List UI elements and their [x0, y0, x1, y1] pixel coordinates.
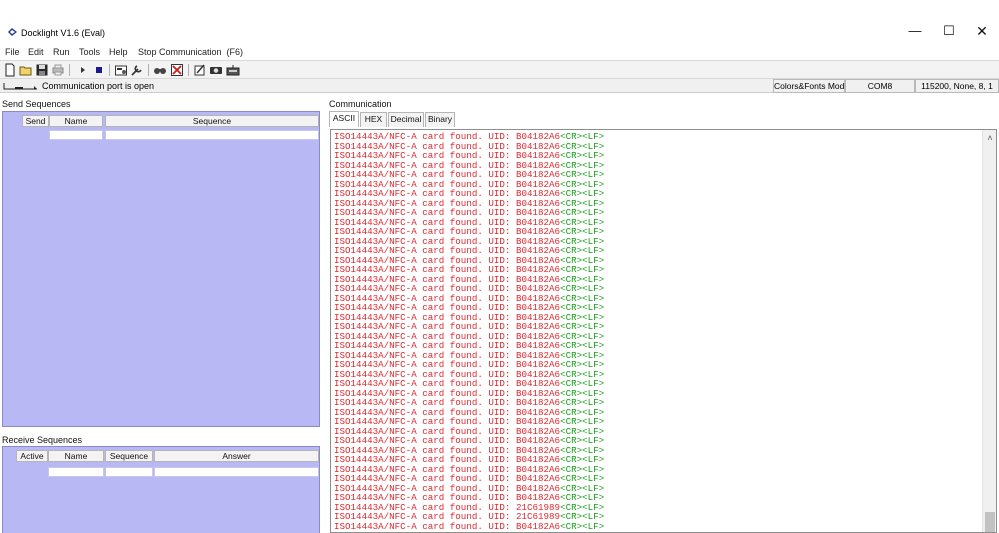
stop-icon[interactable] — [92, 63, 106, 77]
send-name-cell[interactable] — [49, 130, 103, 140]
send-column-header[interactable]: Send — [22, 115, 49, 127]
tab-binary[interactable]: Binary — [425, 112, 455, 127]
communication-window[interactable]: ISO14443A/NFC-A card found. UID: B04182A… — [330, 129, 997, 533]
play-icon[interactable] — [76, 63, 90, 77]
name-column-header[interactable]: Name — [49, 115, 103, 127]
send-sequences-title: Send Sequences — [2, 99, 71, 109]
scroll-thumb[interactable] — [985, 512, 995, 532]
menu-edit[interactable]: Edit — [28, 46, 44, 58]
find-icon[interactable] — [153, 63, 167, 77]
menu-stop-communication[interactable]: Stop Communication (F6) — [138, 46, 243, 58]
menu-file[interactable]: File — [5, 46, 20, 58]
receive-sequences-title: Receive Sequences — [2, 435, 83, 445]
open-folder-icon[interactable] — [19, 63, 33, 77]
sequence-column-header[interactable]: Sequence — [105, 450, 153, 462]
save-icon[interactable] — [35, 63, 49, 77]
snapshot-icon[interactable] — [209, 63, 223, 77]
toolbar-separator — [109, 64, 110, 76]
toolbar-separator — [69, 64, 70, 76]
log-line-terminator: <CR><LF> — [560, 520, 605, 532]
status-bar: Communication port is open Colors&Fonts … — [0, 79, 999, 93]
active-column-header[interactable]: Active — [16, 450, 48, 462]
port-status-text: Communication port is open — [42, 81, 155, 91]
title-bar: Docklight V1.6 (Eval) — ☐ ✕ — [0, 0, 999, 44]
communication-title: Communication — [329, 99, 392, 109]
tools-icon[interactable] — [130, 63, 144, 77]
keyboard-icon[interactable] — [226, 63, 240, 77]
port-connection-icon — [3, 83, 37, 90]
colors-fonts-mode-indicator[interactable]: Colors&Fonts Mode — [773, 79, 845, 93]
vertical-scrollbar[interactable]: ˄ — [982, 130, 996, 532]
scroll-up-arrow-icon[interactable]: ˄ — [983, 132, 996, 144]
print-icon[interactable] — [51, 63, 65, 77]
toolbar-separator — [148, 64, 149, 76]
receive-sequence-cell[interactable] — [105, 467, 153, 477]
answer-column-header[interactable]: Answer — [154, 450, 319, 462]
menu-tools[interactable]: Tools — [79, 46, 100, 58]
receive-name-cell[interactable] — [48, 467, 104, 477]
toolbar-separator — [188, 64, 189, 76]
maximize-button[interactable]: ☐ — [934, 20, 964, 42]
menu-run[interactable]: Run — [53, 46, 70, 58]
port-settings-indicator: 115200, None, 8, 1 — [915, 79, 999, 93]
minimize-button[interactable]: — — [900, 20, 930, 42]
clear-icon[interactable] — [170, 63, 184, 77]
window-title: Docklight V1.6 (Eval) — [21, 28, 106, 38]
menu-bar: File Edit Run Tools Help Stop Communicat… — [0, 44, 999, 60]
settings-icon[interactable] — [114, 63, 128, 77]
new-file-icon[interactable] — [3, 63, 17, 77]
tab-ascii[interactable]: ASCII — [329, 111, 359, 127]
tab-decimal[interactable]: Decimal — [388, 112, 424, 127]
docklight-app-icon — [8, 28, 17, 36]
tab-hex[interactable]: HEX — [360, 112, 387, 127]
toolbar — [0, 60, 999, 79]
communication-log: ISO14443A/NFC-A card found. UID: B04182A… — [334, 132, 604, 531]
name-column-header[interactable]: Name — [48, 450, 104, 462]
send-sequences-panel[interactable]: Send Name Sequence — [2, 111, 320, 427]
menu-help[interactable]: Help — [109, 46, 128, 58]
script-icon[interactable] — [193, 63, 207, 77]
log-line-text: ISO14443A/NFC-A card found. UID: B04182A… — [334, 520, 561, 532]
com-port-indicator: COM8 — [845, 79, 915, 93]
receive-answer-cell[interactable] — [154, 467, 319, 477]
send-sequence-cell[interactable] — [105, 130, 319, 140]
close-button[interactable]: ✕ — [967, 20, 997, 42]
log-line: ISO14443A/NFC-A card found. UID: B04182A… — [334, 520, 605, 532]
receive-sequences-panel[interactable]: Active Name Sequence Answer — [2, 446, 320, 533]
sequence-column-header[interactable]: Sequence — [105, 115, 319, 127]
